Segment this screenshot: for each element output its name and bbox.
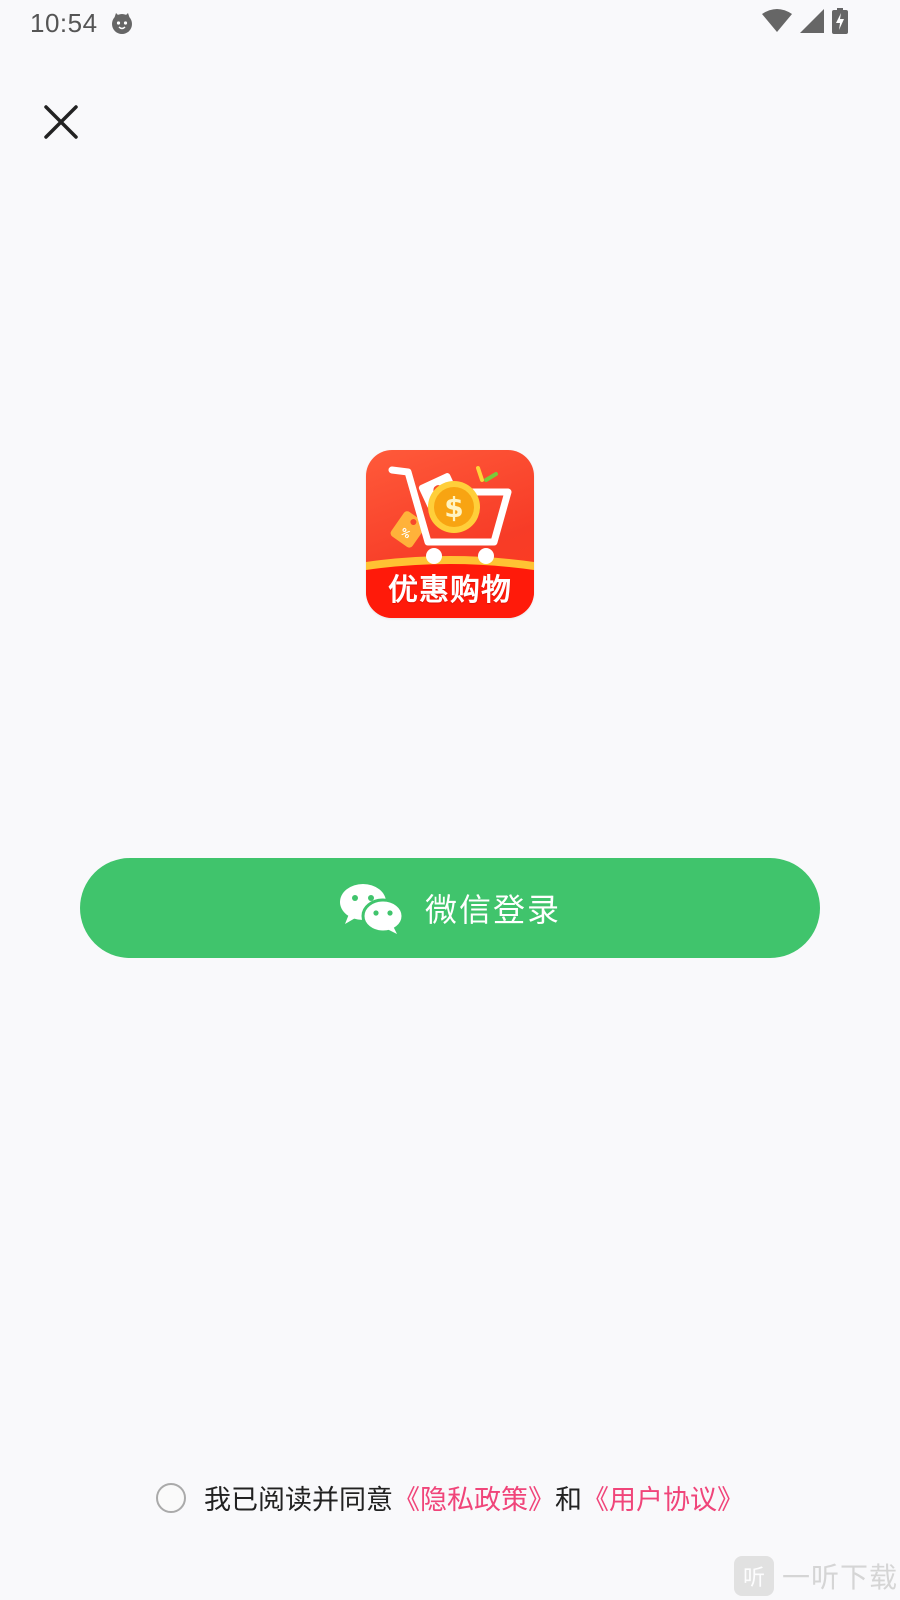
app-name: 优惠购物	[388, 573, 512, 608]
app-logo: % $ 优惠购物	[366, 450, 534, 618]
wechat-icon	[339, 882, 403, 934]
user-agreement-link[interactable]: 《用户协议》	[582, 1478, 744, 1517]
watermark-logo: 听	[733, 1556, 774, 1596]
privacy-policy-link[interactable]: 《隐私政策》	[393, 1478, 555, 1517]
status-icons	[762, 8, 848, 38]
agreement-checkbox[interactable]	[156, 1482, 186, 1513]
agreement-prefix: 我已阅读并同意	[204, 1485, 393, 1516]
battery-charging-icon	[832, 8, 848, 38]
status-bar: 10:54	[0, 0, 900, 48]
watermark: 听 一听下载	[733, 1556, 900, 1600]
wechat-login-label: 微信登录	[424, 891, 561, 929]
svg-text:$: $	[444, 491, 463, 524]
agreement-row: 我已阅读并同意 《隐私政策》 和 《用户协议》	[0, 1478, 900, 1517]
wechat-login-button[interactable]: 微信登录	[80, 858, 820, 958]
status-time: 10:54	[30, 8, 98, 38]
cat-notification-icon	[110, 11, 134, 35]
agreement-conjunction: 和	[555, 1485, 582, 1516]
close-icon	[43, 104, 79, 144]
wifi-icon	[762, 9, 792, 37]
watermark-text: 一听下载	[781, 1561, 898, 1594]
close-button[interactable]	[40, 103, 82, 145]
cell-signal-icon	[800, 9, 824, 37]
